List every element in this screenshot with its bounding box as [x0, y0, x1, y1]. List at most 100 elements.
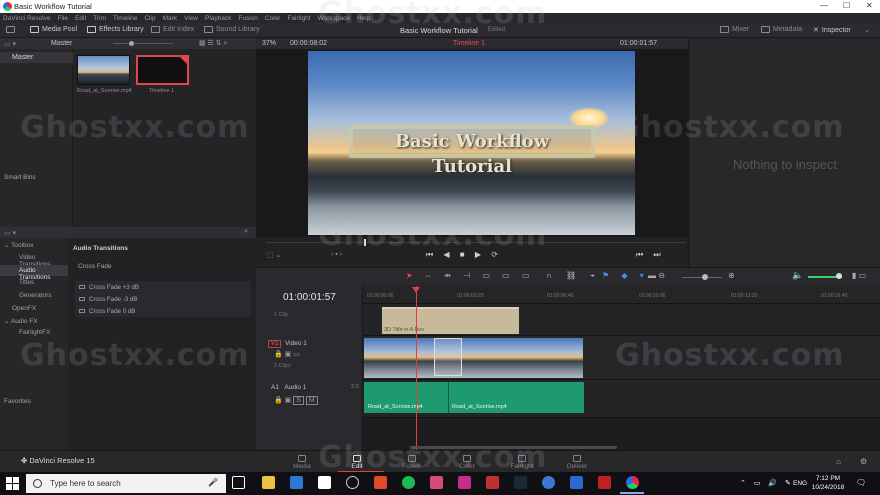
page-deliver[interactable]: Deliver — [557, 455, 597, 470]
solo-button[interactable]: S — [293, 396, 304, 405]
close-button[interactable]: ✕ — [866, 1, 873, 10]
playback-buttons[interactable]: ⏮ ◀ ■ ▶ ⟳ — [426, 250, 502, 260]
taskbar-search-box[interactable]: Type here to search — [26, 474, 226, 493]
page-edit[interactable]: Edit — [337, 455, 377, 470]
brave-icon[interactable] — [374, 476, 387, 489]
menu-workspace[interactable]: Workspace — [318, 15, 350, 22]
selection-tool-icon[interactable]: ➤ — [406, 271, 413, 280]
audio-clip[interactable]: Road_at_Sunrise.mp4 Road_at_Sunrise.mp4 — [364, 382, 584, 413]
audio-meter-icon[interactable]: ▮ ▭ — [852, 271, 866, 280]
minimize-button[interactable]: — — [820, 1, 828, 10]
zoom-level[interactable]: 37% — [262, 40, 276, 47]
zoom-in-icon[interactable]: ⊕ — [728, 271, 735, 280]
app-icon[interactable] — [570, 476, 583, 489]
app-icon[interactable] — [346, 476, 359, 489]
video-frame[interactable]: Basic Workflow Tutorial — [308, 51, 635, 235]
app-icon[interactable] — [486, 476, 499, 489]
windows-start-icon[interactable] — [5, 475, 20, 491]
in-out-buttons[interactable]: ⏮ ⏭ — [636, 250, 665, 260]
title-clip[interactable]: 3D Title in A Box — [382, 307, 519, 334]
clip-thumbnail-road[interactable] — [77, 55, 130, 85]
playhead-handle[interactable] — [412, 287, 420, 293]
menu-clip[interactable]: Clip — [144, 15, 155, 22]
v1-track-icons[interactable]: 🔒 ▣ ▭ — [274, 350, 300, 358]
bin-toggle-icon[interactable]: ▭ ▾ — [4, 40, 16, 48]
effects-library-button[interactable]: Effects Library — [87, 26, 144, 33]
file-explorer-icon[interactable] — [262, 476, 275, 489]
bin-master[interactable]: Master — [0, 52, 73, 63]
metadata-button[interactable]: Metadata — [761, 26, 802, 33]
menu-playback[interactable]: Playback — [205, 15, 231, 22]
app-icon[interactable] — [542, 476, 555, 489]
menu-color[interactable]: Color — [265, 15, 281, 22]
tree-titles[interactable]: Titles — [19, 279, 34, 286]
page-fusion[interactable]: Fusion — [392, 455, 432, 470]
tray-icons[interactable]: ⌃ ▭ 🔊 ✎ — [740, 479, 794, 487]
zoom-slider-handle[interactable] — [702, 274, 708, 280]
inspector-button[interactable]: ✕ Inspector — [813, 26, 851, 35]
steam-icon[interactable] — [514, 476, 527, 489]
volume-handle[interactable] — [836, 273, 842, 279]
store-icon[interactable] — [318, 476, 331, 489]
page-media[interactable]: Media — [282, 455, 322, 470]
timeline-thumbnail[interactable] — [136, 55, 189, 85]
app-icon[interactable] — [458, 476, 471, 489]
viewer-options-icon[interactable]: ⬚ ⌄ — [267, 251, 281, 259]
media-pool-button[interactable]: Media Pool — [30, 26, 77, 33]
timeline-scrollbar[interactable] — [412, 446, 617, 449]
menu-trim[interactable]: Trim — [93, 15, 106, 22]
grid-view-icon[interactable]: ▦ ☰ ⇅ ⌕ — [199, 39, 228, 48]
timeline-selector[interactable]: Timeline 1 — [453, 40, 485, 47]
thumbnail-size-slider[interactable] — [113, 43, 173, 44]
spotify-icon[interactable] — [402, 476, 415, 489]
effects-toggle-icon[interactable]: ▭ ▾ — [4, 229, 16, 237]
edit-tools[interactable]: ⇔ ⇹ ⊣ ▭ ▭ ▭ — [424, 271, 534, 280]
sound-library-button[interactable]: Sound Library — [204, 26, 260, 33]
tree-audio-transitions[interactable]: Audio Transitions — [0, 265, 68, 281]
mixer-button[interactable]: Mixer — [720, 26, 749, 33]
taskbar-clock[interactable]: 7:12 PM 10/24/2018 — [808, 474, 848, 492]
menu-fairlight[interactable]: Fairlight — [287, 15, 310, 22]
flag-marker-icons[interactable]: ⚑ ◆ ▾ — [602, 271, 649, 280]
tree-audio-fx[interactable]: ⌄ Audio FX — [4, 317, 38, 325]
timeline-ruler[interactable]: 01:00:00:00 01:00:03:20 01:00:06:40 01:0… — [363, 285, 880, 304]
mute-button[interactable]: M — [305, 396, 318, 405]
edit-index-button[interactable]: Edit Index — [151, 26, 194, 33]
menu-file[interactable]: File — [58, 15, 68, 22]
home-icon[interactable]: ⌂ — [836, 457, 841, 466]
fx-cross-fade-plus3[interactable]: Cross Fade +3 dB — [75, 281, 251, 293]
page-fairlight[interactable]: Fairlight — [502, 455, 542, 470]
tree-generators[interactable]: Generators — [19, 292, 52, 299]
transition-marker[interactable] — [434, 338, 462, 376]
menu-mark[interactable]: Mark — [163, 15, 177, 22]
language-indicator[interactable]: ENG — [793, 480, 807, 487]
timeline-playhead[interactable] — [416, 286, 417, 450]
snap-link-icons[interactable]: ∩ ⛓ ⌁ — [546, 271, 601, 280]
acrobat-icon[interactable] — [598, 476, 611, 489]
video-clip[interactable] — [364, 338, 583, 378]
page-color[interactable]: Color — [447, 455, 487, 470]
notifications-icon[interactable]: 🗨 — [856, 478, 866, 487]
scrubber-bar[interactable] — [266, 242, 686, 243]
jog-control[interactable]: ‹ ▪ › — [331, 251, 342, 258]
a1-badge[interactable]: A1 — [271, 384, 279, 391]
fx-cross-fade-minus3[interactable]: Cross Fade -3 dB — [75, 293, 251, 305]
menu-edit[interactable]: Edit — [75, 15, 86, 22]
v1-badge[interactable]: V1 — [268, 340, 282, 348]
menu-fusion[interactable]: Fusion — [238, 15, 258, 22]
davinci-taskbar-icon[interactable] — [626, 476, 639, 489]
menu-view[interactable]: View — [184, 15, 198, 22]
tree-fairlightfx[interactable]: FairlightFX — [19, 329, 50, 336]
menu-davinci-resolve[interactable]: DaVinci Resolve — [3, 15, 51, 22]
task-view-icon[interactable] — [232, 476, 245, 489]
tree-toolbox[interactable]: ⌄ Toolbox — [4, 241, 34, 249]
speaker-icon[interactable]: 🔈 — [792, 270, 803, 281]
zoom-icons[interactable]: ▬ ⊖ — [648, 271, 665, 280]
a1-track-icons[interactable]: 🔒 ▣ S M — [274, 396, 318, 405]
slider-handle[interactable] — [129, 41, 134, 46]
fx-cross-fade-0[interactable]: Cross Fade 0 dB — [75, 305, 251, 317]
menu-help[interactable]: Help — [357, 15, 370, 22]
settings-gear-icon[interactable]: ⚙ — [860, 457, 867, 466]
panel-layout-icon[interactable] — [6, 26, 15, 33]
search-icon[interactable]: ⌕ — [244, 228, 248, 236]
